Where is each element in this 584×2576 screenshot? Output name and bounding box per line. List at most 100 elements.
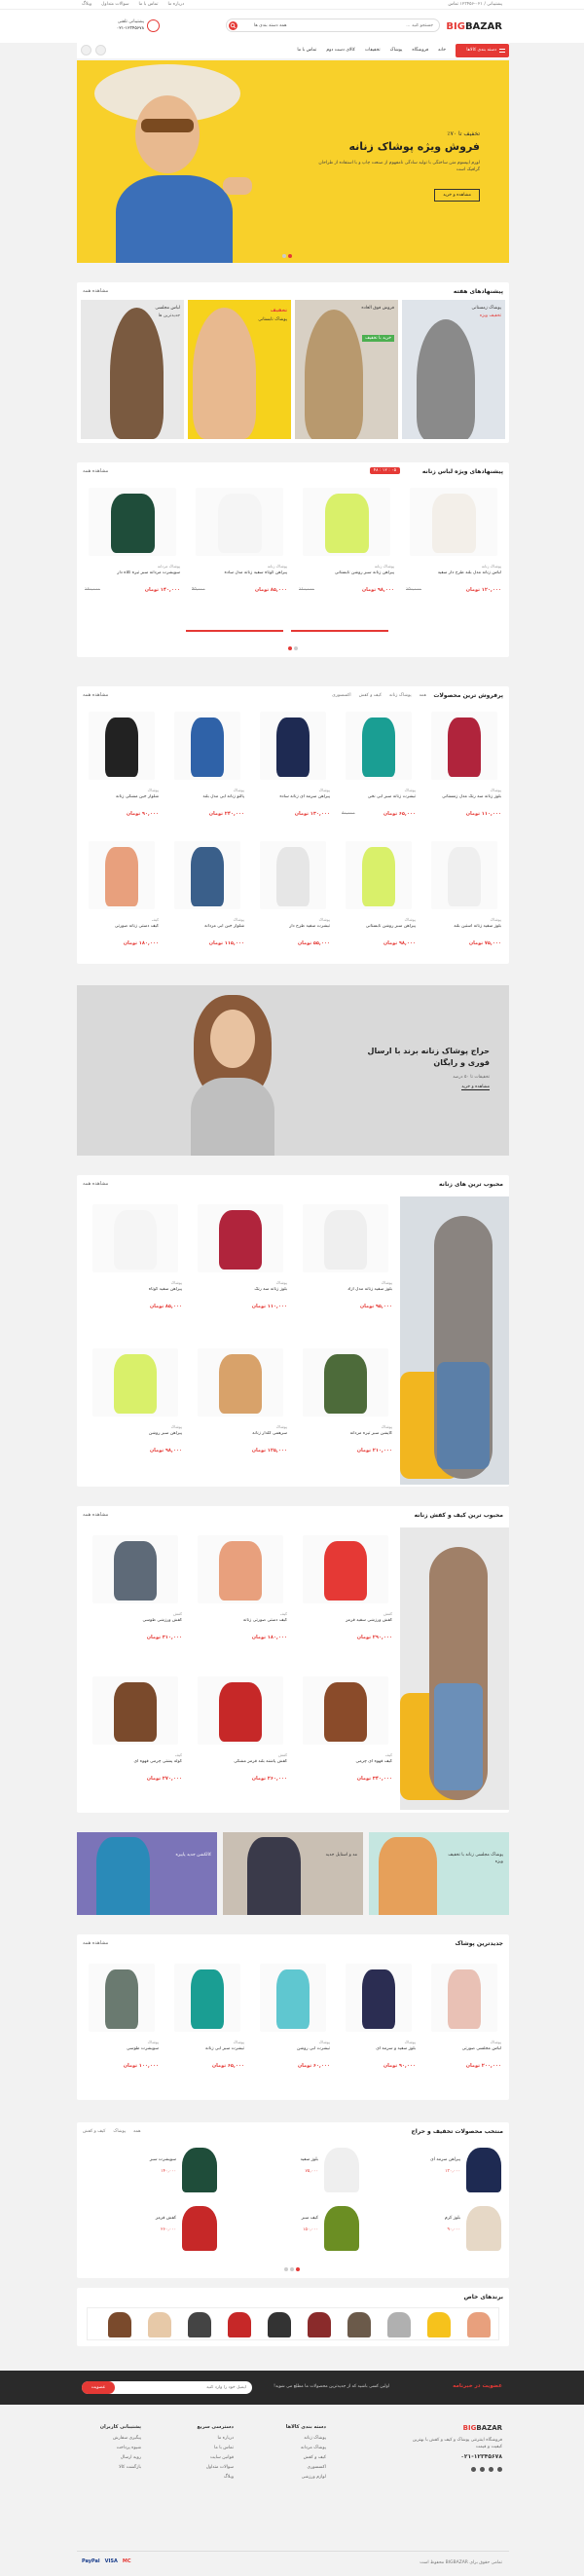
brand-logo[interactable] — [427, 2312, 451, 2337]
product-title[interactable]: سرهمی گلدار زنانه — [194, 1431, 287, 1443]
women-side-banner[interactable] — [400, 1196, 509, 1485]
top-link[interactable]: تماس با ما — [139, 2, 159, 7]
product-card[interactable]: کیف کیف دستی صورتی زنانه ۱۸۰,۰۰۰ تومان — [190, 1527, 291, 1665]
footer-link[interactable]: رویه ارسال — [100, 2455, 141, 2460]
product-image[interactable] — [303, 488, 390, 556]
special-tile[interactable]: تخفیف پوشاک تابستانی — [188, 300, 291, 439]
tab[interactable]: پوشاک زنانه — [389, 693, 412, 698]
tab[interactable]: پوشاک — [113, 2129, 126, 2134]
footer-link[interactable]: بازگشت کالا — [100, 2465, 141, 2470]
see-all-link[interactable]: مشاهده همه — [83, 692, 108, 698]
product-image[interactable] — [303, 1348, 388, 1417]
nav-item[interactable]: فروشگاه — [412, 48, 428, 53]
search-input[interactable] — [331, 21, 433, 30]
product-image[interactable] — [260, 712, 326, 780]
footer-link[interactable]: تماس با ما — [197, 2446, 234, 2450]
product-card[interactable]: پوشاک کاپشن سبز تیره مردانه ۲۱۰,۰۰۰ تومان — [295, 1341, 396, 1481]
product-title[interactable]: لباس زنانه مدل بلند طرح دار سفید — [406, 570, 501, 582]
product-image[interactable] — [89, 712, 155, 780]
brand-logo[interactable] — [308, 2312, 331, 2337]
see-all-link[interactable]: مشاهده همه — [83, 1181, 108, 1187]
list-item-title[interactable]: سویشرت سبز — [150, 2157, 176, 2162]
product-title[interactable]: بلوز سفید زنانه مدل آزاد — [299, 1287, 392, 1299]
see-all-link[interactable]: مشاهده همه — [83, 288, 108, 294]
product-image[interactable] — [431, 841, 497, 909]
product-title[interactable]: کیف دستی صورتی زنانه — [194, 1618, 287, 1630]
cart-icon[interactable] — [95, 45, 106, 55]
small-banner[interactable]: پوشاک مجلسی زنانه با تخفیف ویژه — [369, 1832, 509, 1915]
product-card[interactable]: پوشاک تیشرت زنانه سبز آبی نخی ۶۵,۰۰۰ تومان… — [338, 704, 420, 828]
brand-logo[interactable] — [467, 2312, 491, 2337]
product-card[interactable]: پوشاک بلوز زنانه سه رنگ ۱۱۰,۰۰۰ تومان — [190, 1196, 291, 1337]
brand-logo[interactable] — [347, 2312, 371, 2337]
small-banner[interactable]: کالکشن جدید پاییزه — [77, 1832, 217, 1915]
nav-item[interactable]: تخفیفات — [365, 48, 381, 53]
product-card[interactable]: پوشاک سرهمی گلدار زنانه ۱۲۵,۰۰۰ تومان — [190, 1341, 291, 1481]
product-title[interactable]: کفش ورزشی سفید قرمز — [299, 1618, 392, 1630]
product-title[interactable]: کفش پاشنه بلند قرمز مشکی — [194, 1759, 287, 1771]
nav-item[interactable]: خانه — [438, 48, 446, 53]
list-item-title[interactable]: کفش قرمز — [156, 2216, 176, 2221]
top-link[interactable]: سوالات متداول — [101, 2, 128, 7]
footer-link[interactable]: سوالات متداول — [197, 2465, 234, 2470]
special-tile[interactable]: فروش فوق العاده خرید با تخفیف — [295, 300, 398, 439]
carousel-dot[interactable] — [294, 646, 298, 650]
list-item-title[interactable]: کیف سبز — [302, 2216, 318, 2221]
product-card[interactable]: پوشاک تیشرت سفید طرح دار ۵۵,۰۰۰ تومان — [252, 833, 334, 958]
product-title[interactable]: کیف قهوه ای چرمی — [299, 1759, 392, 1771]
list-item[interactable]: کیف سبز ۱۵۰,۰۰۰ — [225, 2202, 361, 2255]
product-card[interactable]: پوشاک بلوز سفید و سرمه ای ۹۰,۰۰۰ تومان — [338, 1956, 420, 2092]
product-title[interactable]: کاپشن سبز تیره مردانه — [299, 1431, 392, 1443]
product-title[interactable]: سویشرت طوسی — [85, 2046, 159, 2058]
product-image[interactable] — [260, 1964, 326, 2032]
product-title[interactable]: بلوز زنانه سه رنگ مدل زمستانی — [427, 794, 501, 806]
product-card[interactable]: پوشاک شلوار جین مشکی زنانه ۹۰,۰۰۰ تومان — [81, 704, 163, 828]
product-image[interactable] — [174, 841, 240, 909]
product-title[interactable]: کیف دستی زنانه صورتی — [85, 924, 159, 936]
brand-logo[interactable] — [268, 2312, 291, 2337]
product-card[interactable]: پوشاک پالتو زنانه آبی مدل بلند ۲۴۰,۰۰۰ توم… — [166, 704, 248, 828]
hero-button[interactable]: مشاهده و خرید — [434, 189, 480, 202]
product-card[interactable]: پوشاک زنانه پیراهن کوتاه سفید زنانه مدل س… — [188, 480, 291, 626]
product-title[interactable]: پیراهن سبز روشن تابستانی — [342, 924, 416, 936]
product-title[interactable]: سویشرت مردانه سبز تیره کلاه دار — [85, 570, 180, 582]
product-image[interactable] — [198, 1348, 283, 1417]
product-card[interactable]: پوشاک زنانه پیراهن زنانه سبز روشن تابستان… — [295, 480, 398, 626]
footer-link[interactable]: لوازم ورزشی — [286, 2475, 326, 2480]
footer-link[interactable]: اکسسوری — [286, 2465, 326, 2470]
product-title[interactable]: پیراهن کوتاه سفید زنانه مدل ساده — [192, 570, 287, 582]
nav-item[interactable]: کالای دست دوم — [326, 48, 355, 53]
footer-link[interactable]: کیف و کفش — [286, 2455, 326, 2460]
footer-link[interactable]: قوانین سایت — [197, 2455, 234, 2460]
tab[interactable]: همه — [420, 693, 426, 698]
product-card[interactable]: کفش کفش ورزشی سفید قرمز ۲۹۰,۰۰۰ تومان — [295, 1527, 396, 1665]
product-image[interactable] — [92, 1535, 178, 1603]
list-item[interactable]: بلوز کرم ۹۰,۰۰۰ — [367, 2202, 503, 2255]
product-card[interactable]: کیف کیف دستی زنانه صورتی ۱۸۰,۰۰۰ تومان — [81, 833, 163, 958]
brand-logo[interactable] — [228, 2312, 251, 2337]
list-item[interactable]: بلوز سفید ۷۵,۰۰۰ — [225, 2144, 361, 2196]
footer-link[interactable]: پیگیری سفارش — [100, 2436, 141, 2441]
tab[interactable]: همه — [133, 2129, 140, 2134]
product-image[interactable] — [89, 841, 155, 909]
product-card[interactable]: کیف کیف قهوه ای چرمی ۳۴۰,۰۰۰ تومان — [295, 1669, 396, 1806]
product-image[interactable] — [198, 1535, 283, 1603]
product-image[interactable] — [303, 1535, 388, 1603]
product-card[interactable]: کیف کوله پشتی چرمی قهوه ای ۲۷۰,۰۰۰ تومان — [85, 1669, 186, 1806]
category-select[interactable]: همه دسته بندی ها — [254, 23, 286, 28]
list-item-title[interactable]: بلوز کرم — [445, 2216, 460, 2221]
product-title[interactable]: تیشرت زنانه سبز آبی نخی — [342, 794, 416, 806]
product-card[interactable]: پوشاک لباس مجلسی صورتی ۲۰۰,۰۰۰ تومان — [423, 1956, 505, 2092]
product-title[interactable]: کوله پشتی چرمی قهوه ای — [89, 1759, 182, 1771]
tab[interactable]: کیف و کفش — [359, 693, 382, 698]
product-title[interactable]: کفش ورزشی طوسی — [89, 1618, 183, 1630]
product-title[interactable]: تیشرت سفید طرح دار — [256, 924, 330, 936]
product-image[interactable] — [196, 488, 283, 556]
special-tile[interactable]: پوشاک زمستانی تخفیف ویژه — [402, 300, 505, 439]
footer-link[interactable]: شیوه پرداخت — [100, 2446, 141, 2450]
product-image[interactable] — [92, 1204, 178, 1272]
product-card[interactable]: پوشاک سویشرت طوسی ۱۰۰,۰۰۰ تومان — [81, 1956, 163, 2092]
product-card[interactable]: پوشاک پیراهن سفید کوتاه ۸۵,۰۰۰ تومان — [85, 1196, 186, 1337]
brand-logo[interactable] — [148, 2312, 171, 2337]
brand-logo[interactable] — [188, 2312, 211, 2337]
